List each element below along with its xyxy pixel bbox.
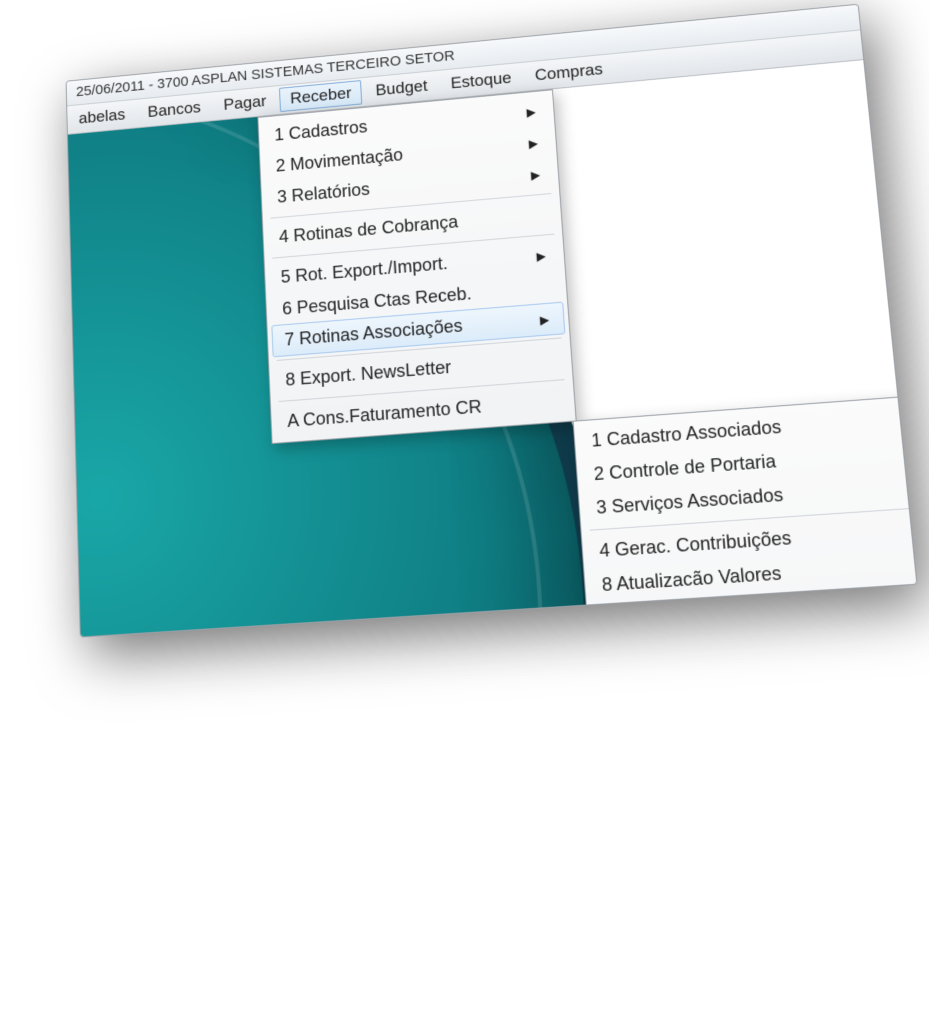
menu-label: abelas bbox=[78, 105, 125, 128]
menu-label: Pagar bbox=[223, 92, 267, 115]
menu-item-label: 4 Rotinas de Cobrança bbox=[279, 212, 459, 248]
menu-item-label: 8 Atualizacão Valores bbox=[601, 563, 782, 596]
submenu-arrow-icon: ▶ bbox=[536, 249, 546, 263]
menu-item-label: 1 Cadastros bbox=[274, 117, 368, 145]
menu-item-label: 3 Relatórios bbox=[277, 179, 371, 207]
menu-label: Bancos bbox=[147, 98, 201, 122]
submenu-arrow-icon: ▶ bbox=[539, 312, 549, 327]
dropdown-rotinas-associacoes: 1 Cadastro Associados2 Controle de Porta… bbox=[573, 396, 918, 638]
submenu-arrow-icon: ▶ bbox=[530, 168, 540, 182]
menu-separator bbox=[598, 631, 917, 637]
menu-item-label: A Cons.Faturamento CR bbox=[287, 397, 482, 432]
menu-label: Budget bbox=[375, 77, 428, 101]
menu-item-label: 8 Export. NewsLetter bbox=[285, 357, 452, 391]
menu-item-a-consulta-associados[interactable]: A Consulta Associados bbox=[593, 636, 918, 637]
menu-label: Compras bbox=[534, 60, 603, 85]
submenu-arrow-icon: ▶ bbox=[526, 105, 536, 119]
dropdown-receber: 1 Cadastros▶2 Movimentação▶3 Relatórios▶… bbox=[257, 89, 576, 444]
menu-label: Estoque bbox=[450, 69, 512, 94]
submenu-arrow-icon: ▶ bbox=[528, 136, 538, 150]
menu-item-label: 9 Carta/Etiq. Aniv. bbox=[604, 609, 755, 638]
client-area: 1 Cadastros▶2 Movimentação▶3 Relatórios▶… bbox=[68, 60, 916, 636]
menu-label: Receber bbox=[290, 84, 352, 108]
menu-item-label: 3 Serviços Associados bbox=[596, 484, 785, 518]
app-window: 25/06/2011 - 3700 ASPLAN SISTEMAS TERCEI… bbox=[66, 4, 918, 638]
